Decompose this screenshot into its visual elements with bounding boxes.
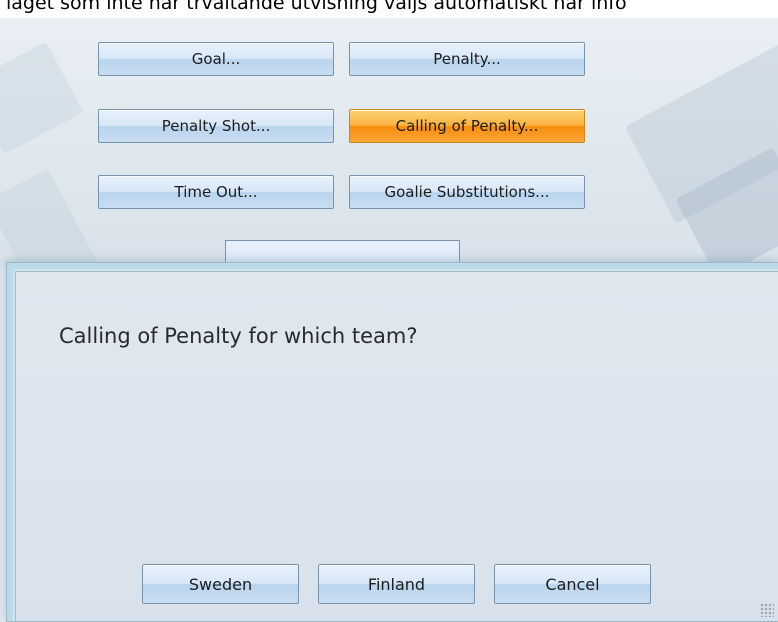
calling-of-penalty-button[interactable]: Calling of Penalty...	[349, 109, 585, 143]
penalty-button[interactable]: Penalty...	[349, 42, 585, 76]
goalie-substitutions-button[interactable]: Goalie Substitutions...	[349, 175, 585, 209]
penalty-shot-button[interactable]: Penalty Shot...	[98, 109, 334, 143]
cancel-button[interactable]: Cancel	[494, 564, 651, 604]
time-out-button[interactable]: Time Out...	[98, 175, 334, 209]
goal-button[interactable]: Goal...	[98, 42, 334, 76]
dialog-content: Calling of Penalty for which team? Swede…	[15, 271, 778, 621]
finland-button[interactable]: Finland	[318, 564, 475, 604]
background-decoration	[0, 168, 105, 268]
sweden-button[interactable]: Sweden	[142, 564, 299, 604]
dialog-question: Calling of Penalty for which team?	[59, 324, 418, 348]
background-decoration	[0, 41, 84, 155]
background-document-text: laget som inte har trvaltande utvisning …	[0, 0, 778, 18]
team-selection-dialog: Calling of Penalty for which team? Swede…	[6, 262, 778, 622]
